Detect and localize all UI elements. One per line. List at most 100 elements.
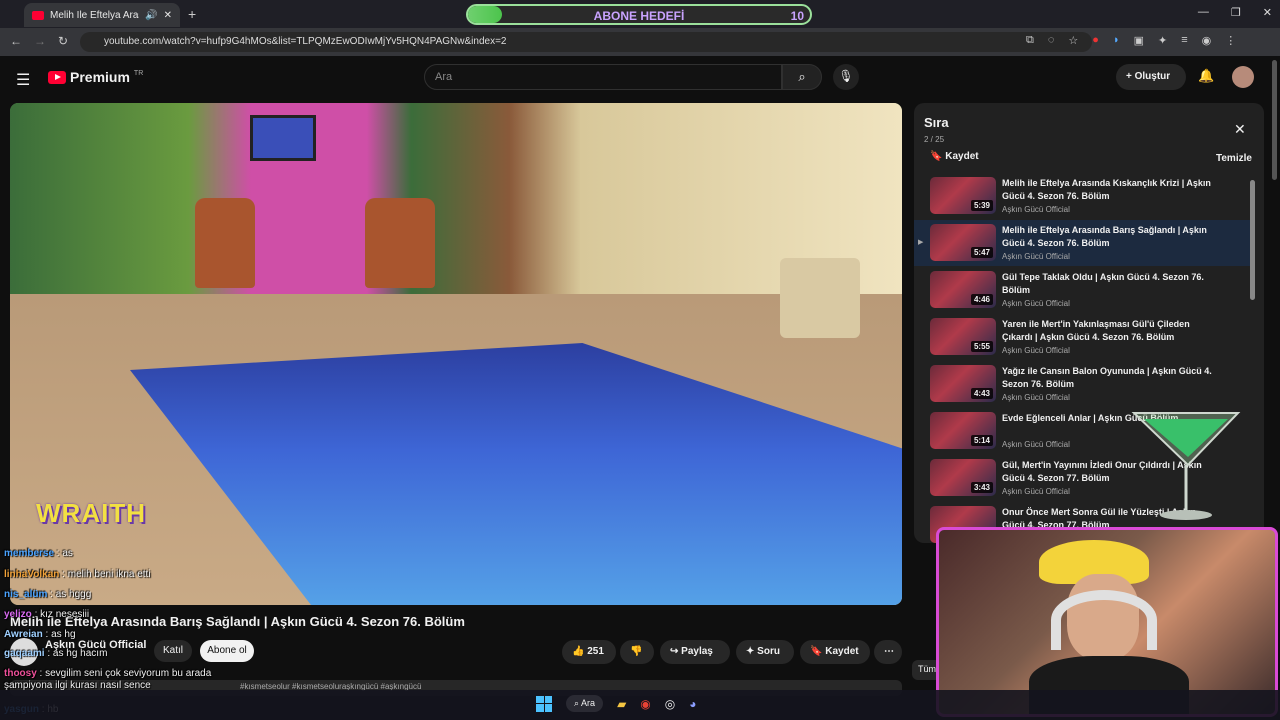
puzzle-icon[interactable]: ✦ <box>1158 34 1167 47</box>
ask-button[interactable]: ✦ Soru <box>736 640 794 664</box>
speaker-icon[interactable]: 🔊 <box>145 10 157 21</box>
reload-icon[interactable]: ↻ <box>58 34 68 48</box>
create-button[interactable]: + Oluştur <box>1116 64 1186 90</box>
forward-icon[interactable]: → <box>34 34 46 48</box>
tab-title: Melih İle Eftelya Arasında B <box>50 9 139 21</box>
profile-icon[interactable]: ◉ <box>1202 34 1212 47</box>
youtube-premium-logo[interactable]: Premium TR <box>48 69 143 85</box>
webcam-overlay <box>936 527 1278 717</box>
queue-item-title: Melih ile Eftelya Arasında Kıskançlık Kr… <box>1002 178 1211 201</box>
menu-icon[interactable]: ☰ <box>16 70 30 90</box>
search-button[interactable]: ⌕ <box>782 64 822 90</box>
reading-list-icon[interactable]: ≡ <box>1181 34 1187 47</box>
wraith-overlay-logo: WRAITH <box>36 498 146 528</box>
duration-badge: 4:46 <box>970 294 993 305</box>
browser-tab[interactable]: Melih İle Eftelya Arasında B 🔊 ✕ <box>24 3 180 27</box>
martini-glass-overlay <box>1131 412 1241 520</box>
video-thumbnail: 5:47 <box>930 224 996 261</box>
new-tab-icon[interactable]: + <box>188 6 196 22</box>
discord-icon[interactable]: ◕ <box>689 697 696 711</box>
chat-text: kız nesesiii <box>40 609 90 620</box>
taskbar-search[interactable]: ⌕ Ara <box>566 695 604 712</box>
queue-item[interactable]: 5:39 Melih ile Eftelya Arasında Kıskançl… <box>914 173 1250 219</box>
video-thumbnail: 5:39 <box>930 177 996 214</box>
queue-item[interactable]: 4:46 Gül Tepe Taklak Oldu | Aşkın Gücü 4… <box>914 267 1250 313</box>
restore-icon[interactable]: ❐ <box>1231 6 1241 19</box>
duration-badge: 5:47 <box>970 247 993 258</box>
close-window-icon[interactable]: ✕ <box>1263 6 1272 19</box>
create-label: Oluştur <box>1134 71 1171 82</box>
chat-message: Awreian : as hg <box>4 629 76 640</box>
logo-text: Premium <box>70 69 130 85</box>
queue-item-title: Yağız ile Cansın Balon Oyununda | Aşkın … <box>1002 366 1212 389</box>
account-avatar[interactable] <box>1232 66 1254 88</box>
minimize-icon[interactable]: — <box>1198 6 1209 19</box>
chat-text: as hg hacım <box>52 648 108 659</box>
mic-icon: 🎙 <box>838 69 854 83</box>
voice-search-button[interactable]: 🎙 <box>833 64 859 90</box>
headphones <box>1051 590 1157 650</box>
queue-save-button[interactable]: 🔖 Kaydet <box>930 151 979 162</box>
video-scene-wicker-chair <box>780 258 860 338</box>
menu-kebab-icon[interactable]: ⋮ <box>1225 34 1236 47</box>
chrome-icon[interactable]: ◉ <box>640 697 650 711</box>
video-thumbnail: 5:14 <box>930 412 996 449</box>
chat-text: as <box>62 548 73 559</box>
star-icon[interactable]: ☆ <box>1068 34 1078 47</box>
queue-item-channel: Aşkın Gücü Official <box>1002 205 1070 214</box>
save-label: Kaydet <box>825 646 859 657</box>
more-actions-button[interactable]: ⋯ <box>874 640 902 664</box>
close-queue-icon[interactable]: ✕ <box>1234 121 1246 138</box>
search-input[interactable]: Ara <box>424 64 782 90</box>
obs-icon[interactable]: ◎ <box>665 697 675 711</box>
back-icon[interactable]: ← <box>10 34 22 48</box>
chat-user: Awreian <box>4 629 43 640</box>
now-playing-icon: ▶ <box>918 239 924 246</box>
chat-text: as hg <box>51 629 76 640</box>
subscriber-goal-overlay: ABONE HEDEFİ 10 <box>466 4 812 25</box>
queue-item-channel: Aşkın Gücü Official <box>1002 393 1070 402</box>
join-button[interactable]: Katıl <box>154 640 192 662</box>
queue-save-label: Kaydet <box>945 151 979 162</box>
queue-item[interactable]: 4:43 Yağız ile Cansın Balon Oyununda | A… <box>914 361 1250 407</box>
video-thumbnail: 3:43 <box>930 459 996 496</box>
queue-scrollbar[interactable] <box>1250 180 1255 300</box>
share-icon: ↪ <box>670 646 679 657</box>
url-field[interactable]: youtube.com/watch?v=hufp9G4hMOs&list=TLP… <box>80 32 1092 52</box>
taskbar-icons: ⌕ Ara ▰ ◉ ◎ ◕ <box>536 695 697 712</box>
close-tab-icon[interactable]: ✕ <box>164 10 172 21</box>
queue-item-channel: Aşkın Gücü Official <box>1002 487 1070 496</box>
queue-item-title: Yaren ile Mert'in Yakınlaşması Gül'ü Çil… <box>1002 319 1190 342</box>
goal-label: ABONE HEDEFİ <box>593 9 685 23</box>
video-thumbnail: 4:43 <box>930 365 996 402</box>
extension-blue-icon[interactable]: ◗ <box>1113 34 1120 47</box>
queue-clear-button[interactable]: Temizle <box>1216 153 1252 164</box>
notifications-bell-icon[interactable]: 🔔 <box>1198 68 1214 84</box>
video-thumbnail: 4:46 <box>930 271 996 308</box>
install-icon[interactable]: ⧉ <box>1026 34 1034 47</box>
queue-item-title: Melih ile Eftelya Arasında Barış Sağland… <box>1002 225 1207 248</box>
like-button[interactable]: 👍 251 <box>562 640 616 664</box>
extension-red-icon[interactable]: ● <box>1092 34 1099 47</box>
video-thumbnail: 5:55 <box>930 318 996 355</box>
subscribe-button[interactable]: Abone ol <box>200 640 254 662</box>
dislike-button[interactable]: 👎 <box>620 640 654 664</box>
duration-badge: 5:55 <box>970 341 993 352</box>
thumbs-down-icon: 👎 <box>630 646 643 657</box>
save-button[interactable]: 🔖 Kaydet <box>800 640 870 664</box>
logo-region: TR <box>133 69 144 77</box>
extension-icon[interactable]: ▣ <box>1134 34 1144 47</box>
eye-off-icon[interactable]: ◌ <box>1048 34 1055 47</box>
file-explorer-icon[interactable]: ▰ <box>617 697 626 711</box>
chat-text: melih beni ikna etti <box>67 569 151 580</box>
queue-item-current[interactable]: ▶ 5:47 Melih ile Eftelya Arasında Barış … <box>914 220 1250 266</box>
queue-item[interactable]: 5:55 Yaren ile Mert'in Yakınlaşması Gül'… <box>914 314 1250 360</box>
share-button[interactable]: ↪ Paylaş <box>660 640 730 664</box>
windows-start-icon[interactable] <box>536 695 552 712</box>
queue-item-channel: Aşkın Gücü Official <box>1002 440 1070 449</box>
page-scrollbar[interactable] <box>1272 60 1277 180</box>
queue-position: 2 / 25 <box>924 135 945 144</box>
chat-user: linhaVolkan <box>4 569 60 580</box>
video-player[interactable] <box>10 103 902 605</box>
youtube-play-icon <box>48 70 66 84</box>
